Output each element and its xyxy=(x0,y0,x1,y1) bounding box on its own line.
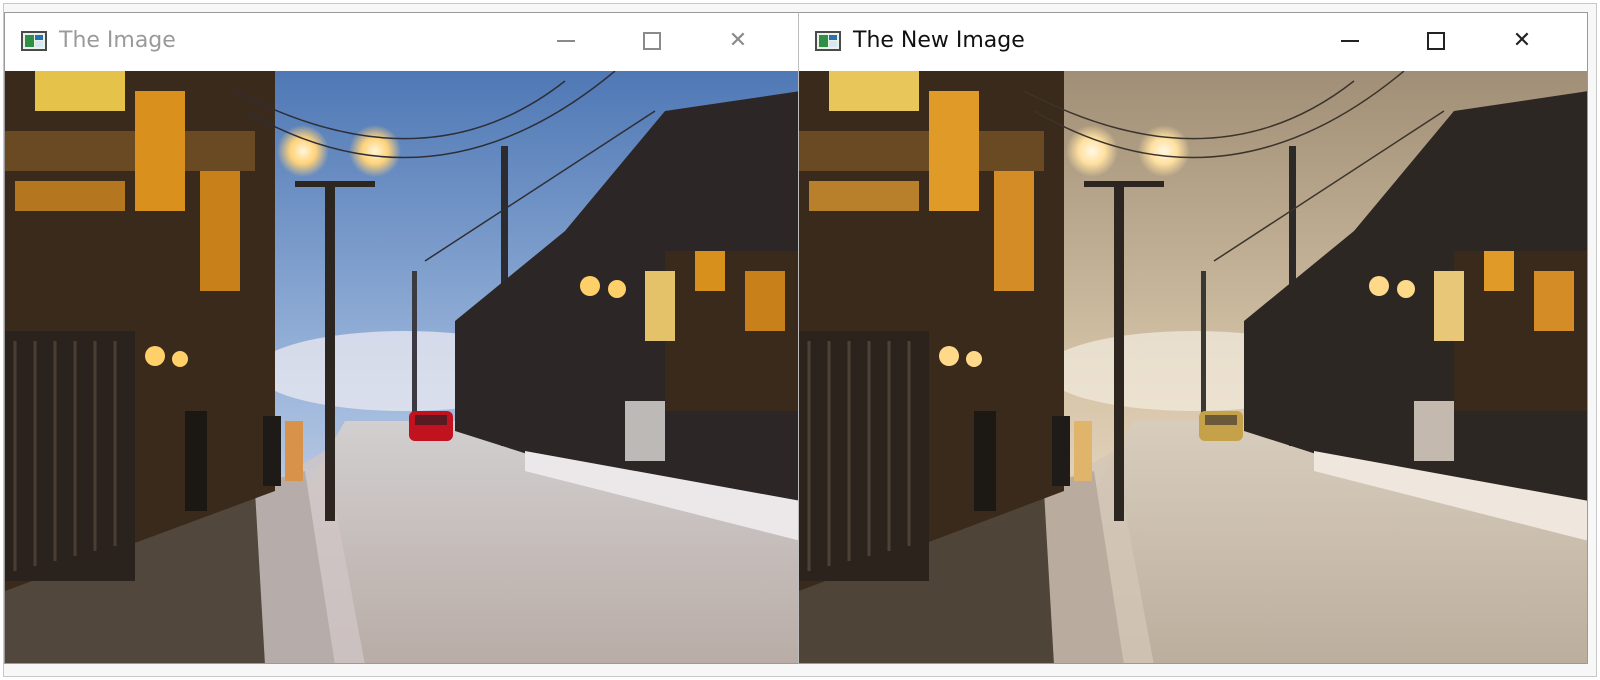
title-bar[interactable]: The New Image ✕ xyxy=(799,13,1587,71)
image-view xyxy=(5,71,799,663)
minimize-button[interactable] xyxy=(543,23,589,59)
maximize-button[interactable] xyxy=(1413,23,1459,59)
app-image-icon xyxy=(21,31,47,51)
app-image-icon xyxy=(815,31,841,51)
close-button[interactable]: ✕ xyxy=(1499,23,1545,59)
window-title: The Image xyxy=(59,28,176,53)
close-button[interactable]: ✕ xyxy=(715,23,761,59)
close-icon: ✕ xyxy=(1512,28,1532,53)
street-photo-processed xyxy=(799,71,1587,663)
close-icon: ✕ xyxy=(728,28,748,53)
title-bar[interactable]: The Image ✕ xyxy=(5,13,799,71)
minimize-icon xyxy=(557,40,575,42)
image-window-processed[interactable]: The New Image ✕ xyxy=(798,12,1588,664)
maximize-button[interactable] xyxy=(629,23,675,59)
image-view xyxy=(799,71,1587,663)
maximize-icon xyxy=(1427,32,1445,50)
minimize-icon xyxy=(1341,40,1359,42)
street-photo-original xyxy=(5,71,799,663)
minimize-button[interactable] xyxy=(1327,23,1373,59)
maximize-icon xyxy=(643,32,661,50)
window-title: The New Image xyxy=(853,28,1025,53)
image-window-original[interactable]: The Image ✕ xyxy=(4,12,800,664)
